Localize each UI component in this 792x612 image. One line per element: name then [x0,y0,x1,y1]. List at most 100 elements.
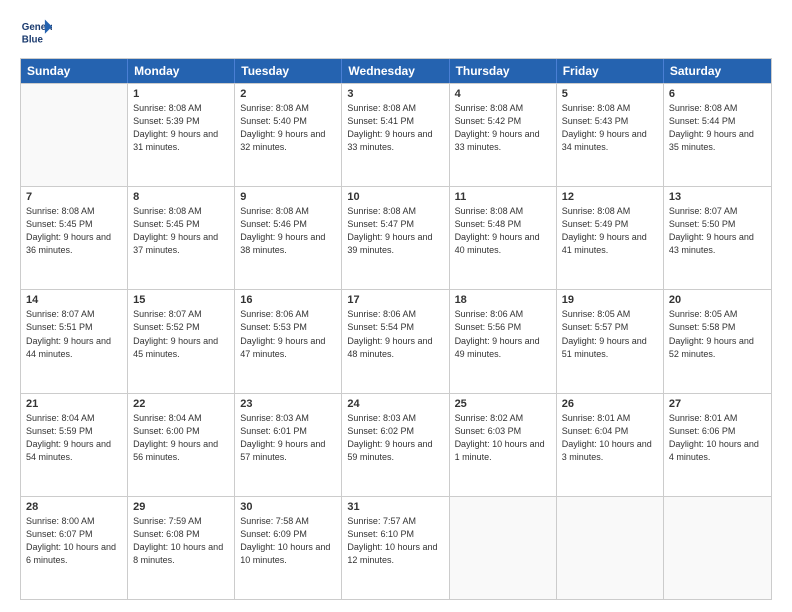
day-number: 30 [240,501,336,513]
day-number: 18 [455,294,551,306]
calendar-cell [664,497,771,599]
day-info: Sunrise: 8:03 AMSunset: 6:01 PMDaylight:… [240,412,336,464]
day-number: 25 [455,398,551,410]
calendar-cell: 20 Sunrise: 8:05 AMSunset: 5:58 PMDayligh… [664,290,771,392]
day-info: Sunrise: 8:03 AMSunset: 6:02 PMDaylight:… [347,412,443,464]
day-number: 22 [133,398,229,410]
day-info: Sunrise: 8:04 AMSunset: 5:59 PMDaylight:… [26,412,122,464]
day-number: 2 [240,88,336,100]
calendar-cell: 2 Sunrise: 8:08 AMSunset: 5:40 PMDaylight… [235,84,342,186]
day-number: 1 [133,88,229,100]
calendar-cell: 9Sunrise: 8:08 AMSunset: 5:46 PMDaylight… [235,187,342,289]
day-info: Sunrise: 8:08 AMSunset: 5:40 PMDaylight:… [240,102,336,154]
calendar-cell: 24 Sunrise: 8:03 AMSunset: 6:02 PMDayligh… [342,394,449,496]
svg-text:Blue: Blue [22,35,44,46]
weekday-header: Friday [557,59,664,83]
day-info: Sunrise: 8:06 AMSunset: 5:54 PMDaylight:… [347,308,443,360]
weekday-header: Monday [128,59,235,83]
calendar-cell: 23 Sunrise: 8:03 AMSunset: 6:01 PMDayligh… [235,394,342,496]
week-row-1: 1 Sunrise: 8:08 AMSunset: 5:39 PMDaylight… [21,83,771,186]
day-info: Sunrise: 8:01 AMSunset: 6:06 PMDaylight:… [669,412,766,464]
weekday-header: Wednesday [342,59,449,83]
day-info: Sunrise: 8:07 AMSunset: 5:52 PMDaylight:… [133,308,229,360]
calendar-cell: 6 Sunrise: 8:08 AMSunset: 5:44 PMDaylight… [664,84,771,186]
day-number: 5 [562,88,658,100]
day-info: Sunrise: 7:57 AMSunset: 6:10 PMDaylight:… [347,515,443,567]
day-number: 28 [26,501,122,513]
day-number: 27 [669,398,766,410]
day-info: Sunrise: 8:08 AMSunset: 5:44 PMDaylight:… [669,102,766,154]
day-number: 20 [669,294,766,306]
day-number: 24 [347,398,443,410]
weekday-header: Tuesday [235,59,342,83]
logo: General Blue [20,16,52,48]
day-info: Sunrise: 8:08 AMSunset: 5:45 PMDaylight:… [133,205,229,257]
calendar-cell: 18Sunrise: 8:06 AMSunset: 5:56 PMDayligh… [450,290,557,392]
calendar-body: 1 Sunrise: 8:08 AMSunset: 5:39 PMDaylight… [21,83,771,599]
day-number: 8 [133,191,229,203]
day-info: Sunrise: 8:00 AMSunset: 6:07 PMDaylight:… [26,515,122,567]
day-number: 9 [240,191,336,203]
day-info: Sunrise: 8:05 AMSunset: 5:57 PMDaylight:… [562,308,658,360]
calendar-cell: 17 Sunrise: 8:06 AMSunset: 5:54 PMDayligh… [342,290,449,392]
day-number: 13 [669,191,766,203]
day-number: 29 [133,501,229,513]
calendar-cell: 4Sunrise: 8:08 AMSunset: 5:42 PMDaylight… [450,84,557,186]
calendar-cell: 27 Sunrise: 8:01 AMSunset: 6:06 PMDayligh… [664,394,771,496]
day-number: 7 [26,191,122,203]
day-number: 17 [347,294,443,306]
page: General Blue SundayMondayTuesdayWednesda… [0,0,792,612]
weekday-header: Thursday [450,59,557,83]
day-info: Sunrise: 7:58 AMSunset: 6:09 PMDaylight:… [240,515,336,567]
calendar-cell: 29Sunrise: 7:59 AMSunset: 6:08 PMDayligh… [128,497,235,599]
calendar-cell: 3 Sunrise: 8:08 AMSunset: 5:41 PMDaylight… [342,84,449,186]
week-row-2: 7 Sunrise: 8:08 AMSunset: 5:45 PMDaylight… [21,186,771,289]
day-number: 12 [562,191,658,203]
day-info: Sunrise: 8:08 AMSunset: 5:49 PMDaylight:… [562,205,658,257]
calendar-cell: 8 Sunrise: 8:08 AMSunset: 5:45 PMDaylight… [128,187,235,289]
day-number: 10 [347,191,443,203]
calendar-cell: 5 Sunrise: 8:08 AMSunset: 5:43 PMDaylight… [557,84,664,186]
calendar-cell: 1 Sunrise: 8:08 AMSunset: 5:39 PMDaylight… [128,84,235,186]
day-number: 6 [669,88,766,100]
day-info: Sunrise: 8:08 AMSunset: 5:45 PMDaylight:… [26,205,122,257]
day-info: Sunrise: 8:08 AMSunset: 5:42 PMDaylight:… [455,102,551,154]
calendar: SundayMondayTuesdayWednesdayThursdayFrid… [20,58,772,600]
day-info: Sunrise: 8:08 AMSunset: 5:43 PMDaylight:… [562,102,658,154]
calendar-cell: 31 Sunrise: 7:57 AMSunset: 6:10 PMDayligh… [342,497,449,599]
day-number: 15 [133,294,229,306]
week-row-3: 14 Sunrise: 8:07 AMSunset: 5:51 PMDayligh… [21,289,771,392]
day-number: 31 [347,501,443,513]
weekday-header: Saturday [664,59,771,83]
day-info: Sunrise: 8:08 AMSunset: 5:48 PMDaylight:… [455,205,551,257]
header: General Blue [20,16,772,48]
logo-icon: General Blue [20,16,52,48]
day-number: 3 [347,88,443,100]
day-info: Sunrise: 8:01 AMSunset: 6:04 PMDaylight:… [562,412,658,464]
calendar-header: SundayMondayTuesdayWednesdayThursdayFrid… [21,59,771,83]
calendar-cell: 19 Sunrise: 8:05 AMSunset: 5:57 PMDayligh… [557,290,664,392]
calendar-cell [450,497,557,599]
calendar-cell: 11Sunrise: 8:08 AMSunset: 5:48 PMDayligh… [450,187,557,289]
calendar-cell: 25Sunrise: 8:02 AMSunset: 6:03 PMDayligh… [450,394,557,496]
day-number: 14 [26,294,122,306]
calendar-cell: 28 Sunrise: 8:00 AMSunset: 6:07 PMDayligh… [21,497,128,599]
day-info: Sunrise: 8:06 AMSunset: 5:53 PMDaylight:… [240,308,336,360]
week-row-4: 21 Sunrise: 8:04 AMSunset: 5:59 PMDayligh… [21,393,771,496]
day-info: Sunrise: 8:07 AMSunset: 5:50 PMDaylight:… [669,205,766,257]
day-info: Sunrise: 8:05 AMSunset: 5:58 PMDaylight:… [669,308,766,360]
day-info: Sunrise: 8:08 AMSunset: 5:39 PMDaylight:… [133,102,229,154]
calendar-cell: 30 Sunrise: 7:58 AMSunset: 6:09 PMDayligh… [235,497,342,599]
day-number: 26 [562,398,658,410]
day-number: 23 [240,398,336,410]
calendar-cell [557,497,664,599]
day-number: 21 [26,398,122,410]
calendar-cell: 14 Sunrise: 8:07 AMSunset: 5:51 PMDayligh… [21,290,128,392]
day-info: Sunrise: 8:07 AMSunset: 5:51 PMDaylight:… [26,308,122,360]
calendar-cell: 22Sunrise: 8:04 AMSunset: 6:00 PMDayligh… [128,394,235,496]
calendar-cell: 13 Sunrise: 8:07 AMSunset: 5:50 PMDayligh… [664,187,771,289]
day-info: Sunrise: 8:08 AMSunset: 5:41 PMDaylight:… [347,102,443,154]
calendar-cell [21,84,128,186]
day-number: 19 [562,294,658,306]
calendar-cell: 26 Sunrise: 8:01 AMSunset: 6:04 PMDayligh… [557,394,664,496]
